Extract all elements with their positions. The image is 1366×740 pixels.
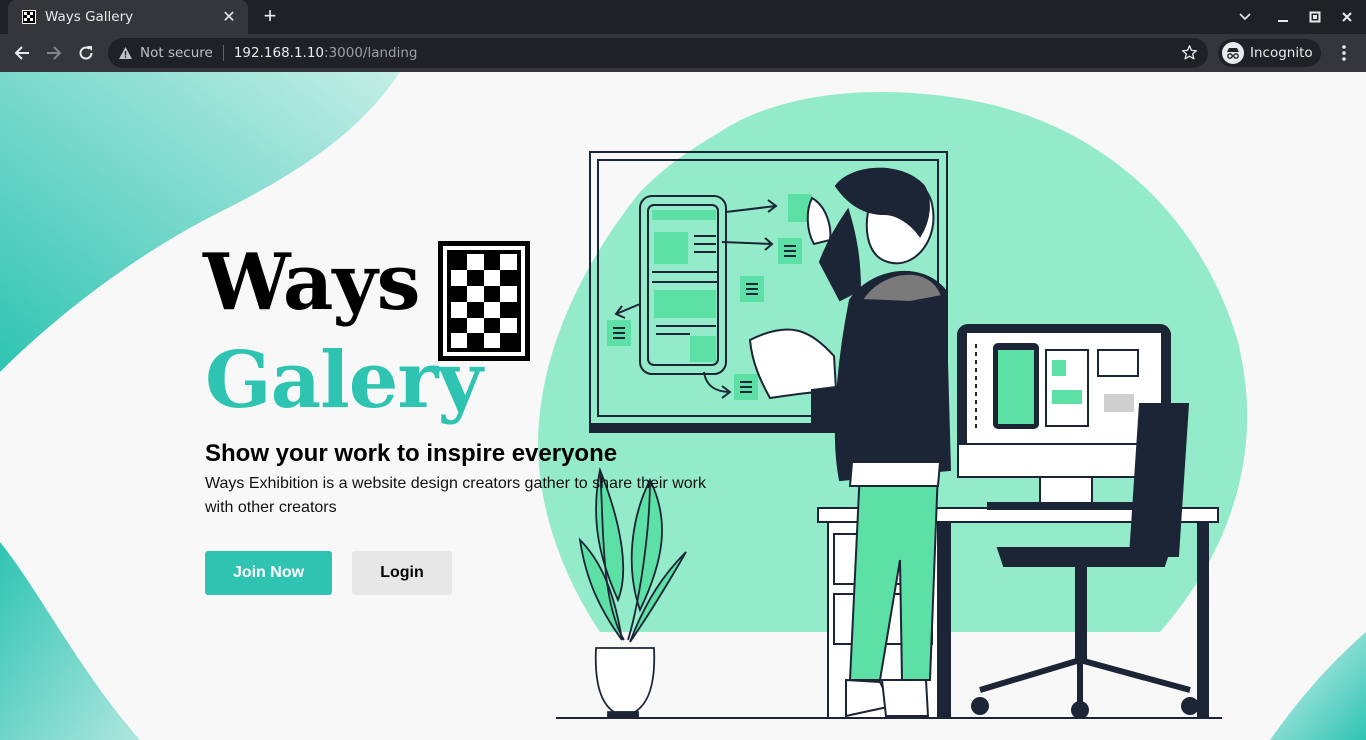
incognito-label: Incognito <box>1250 45 1313 61</box>
plus-icon[interactable]: + <box>258 5 282 29</box>
hero-description: Ways Exhibition is a website design crea… <box>205 475 706 516</box>
browser-toolbar: Not secure 192.168.1.10:3000/landing Inc… <box>0 34 1366 72</box>
forward-arrow-icon[interactable] <box>40 39 68 67</box>
address-bar[interactable]: Not secure 192.168.1.10:3000/landing <box>108 38 1208 68</box>
bottom-right-wave <box>1270 632 1366 740</box>
divider <box>222 45 224 61</box>
logo-checker-mark <box>438 241 530 361</box>
url-host: 192.168.1.10 <box>233 45 325 61</box>
browser-tab[interactable]: Ways Gallery ✕ <box>8 0 248 34</box>
logo-ways-text: Ways <box>203 237 421 328</box>
landing-page: Ways Galery Show your work to inspire ev… <box>0 72 1366 740</box>
bottom-left-wave <box>0 542 140 740</box>
tab-strip: Ways Gallery ✕ + <box>0 0 1366 34</box>
tab-title: Ways Gallery <box>45 9 134 25</box>
incognito-icon <box>1222 42 1244 64</box>
chevron-down-icon[interactable] <box>1228 0 1262 34</box>
close-icon[interactable]: ✕ <box>220 7 238 27</box>
incognito-badge[interactable]: Incognito <box>1218 39 1321 67</box>
login-button[interactable]: Login <box>352 551 452 595</box>
warning-icon <box>119 47 132 59</box>
window-close-icon[interactable] <box>1330 0 1364 34</box>
maximize-icon[interactable] <box>1298 0 1332 34</box>
kebab-menu-icon[interactable] <box>1334 43 1354 63</box>
star-icon[interactable] <box>1181 44 1198 61</box>
hero-headline: Show your work to inspire everyone <box>205 440 618 467</box>
join-now-button[interactable]: Join Now <box>205 551 332 595</box>
security-status[interactable]: Not secure <box>140 45 213 61</box>
reload-icon[interactable] <box>72 39 100 67</box>
url-path: :3000/landing <box>324 45 418 61</box>
favicon-checker-icon <box>22 10 36 24</box>
back-arrow-icon[interactable] <box>8 39 36 67</box>
hero-illustration <box>556 151 1222 719</box>
minimize-icon[interactable] <box>1266 0 1300 34</box>
